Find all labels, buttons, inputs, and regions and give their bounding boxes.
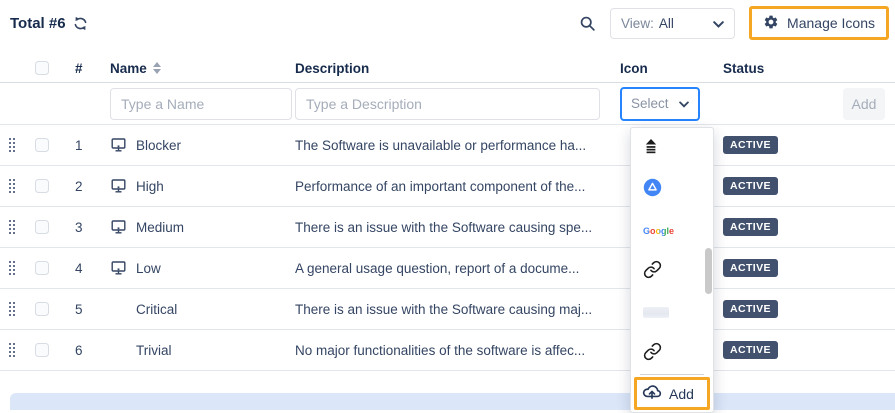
icon-select-value: Select — [631, 96, 669, 111]
link-icon — [643, 342, 662, 366]
table-row: 6 Trivial No major functionalities of th… — [0, 330, 895, 371]
icon-option-link[interactable] — [631, 333, 713, 374]
row-number: 2 — [62, 179, 110, 194]
table-row: 3 Medium There is an issue with the Soft… — [0, 207, 895, 248]
status-badge: ACTIVE — [723, 341, 778, 359]
view-filter-label: View: — [621, 16, 654, 31]
drag-handle-icon[interactable] — [9, 220, 11, 222]
column-header-icon: Icon — [620, 61, 723, 76]
add-row-button[interactable]: Add — [843, 88, 885, 120]
refresh-icon[interactable] — [73, 16, 88, 31]
status-badge: ACTIVE — [723, 259, 778, 277]
row-number: 3 — [62, 220, 110, 235]
total-count: Total #6 — [10, 15, 88, 32]
monitor-icon — [110, 219, 136, 235]
status-badge: ACTIVE — [723, 136, 778, 154]
drag-handle-icon[interactable] — [9, 179, 11, 181]
column-header-status: Status — [723, 61, 895, 76]
column-header-description: Description — [295, 61, 620, 76]
search-icon[interactable] — [579, 15, 596, 32]
dropdown-divider — [640, 374, 704, 375]
row-number: 1 — [62, 138, 110, 153]
table-filter-row: Select Add — [0, 83, 895, 125]
drag-handle-icon[interactable] — [9, 261, 11, 263]
table-row: 1 Blocker The Software is unavailable or… — [0, 125, 895, 166]
monitor-icon — [110, 137, 136, 153]
monitor-icon — [110, 178, 136, 194]
row-number: 6 — [62, 343, 110, 358]
chevron-down-icon — [679, 96, 689, 111]
dropdown-add-label: Add — [669, 386, 694, 402]
view-filter-select[interactable]: View: All — [610, 8, 735, 39]
row-description: No major functionalities of the software… — [295, 343, 620, 358]
row-checkbox[interactable] — [35, 343, 49, 357]
view-filter-value: All — [659, 16, 674, 31]
row-checkbox[interactable] — [35, 220, 49, 234]
row-number: 4 — [62, 261, 110, 276]
drag-handle-icon[interactable] — [9, 343, 11, 345]
row-name: Critical — [136, 302, 177, 317]
total-count-label: Total #6 — [10, 15, 66, 32]
table-row: 5 Critical There is an issue with the So… — [0, 289, 895, 330]
row-name: Blocker — [136, 138, 181, 153]
dropdown-add-option[interactable]: Add — [634, 377, 710, 410]
row-name: High — [136, 179, 164, 194]
table-row: 4 Low A general usage question, report o… — [0, 248, 895, 289]
icon-select-dropdown: Google Add — [630, 127, 714, 413]
icon-option-upload-arrow[interactable] — [631, 128, 713, 169]
row-checkbox[interactable] — [35, 138, 49, 152]
upload-arrow-icon — [643, 138, 659, 160]
column-header-num: # — [62, 61, 110, 76]
row-checkbox[interactable] — [35, 261, 49, 275]
sort-icon[interactable] — [153, 62, 161, 74]
status-badge: ACTIVE — [723, 177, 778, 195]
row-name: Trivial — [136, 343, 172, 358]
icon-option-google-logo[interactable]: Google — [631, 210, 713, 251]
icon-option-faded-image[interactable] — [631, 292, 713, 333]
monitor-icon — [110, 260, 136, 276]
drag-handle-icon[interactable] — [9, 302, 11, 304]
row-checkbox[interactable] — [35, 302, 49, 316]
manage-icons-button[interactable]: Manage Icons — [749, 6, 889, 40]
description-filter-input[interactable] — [295, 88, 600, 120]
row-number: 5 — [62, 302, 110, 317]
dropdown-scrollbar[interactable] — [705, 248, 712, 294]
select-all-checkbox[interactable] — [35, 61, 49, 75]
table-row: 2 High Performance of an important compo… — [0, 166, 895, 207]
faded-image — [643, 307, 669, 318]
column-header-name[interactable]: Name — [110, 61, 147, 76]
row-description: Performance of an important component of… — [295, 179, 620, 194]
gear-icon — [763, 14, 779, 33]
row-name: Medium — [136, 220, 184, 235]
name-filter-input[interactable] — [110, 88, 292, 120]
icon-manager-page: Total #6 View: All — [0, 0, 895, 410]
toolbar: Total #6 View: All — [0, 0, 895, 42]
google-logo: Google — [643, 226, 674, 236]
table-header-row: # Name Description Icon Status — [0, 54, 895, 83]
pagination-bar — [10, 393, 895, 410]
chevron-down-icon — [713, 16, 724, 31]
manage-icons-label: Manage Icons — [787, 15, 875, 31]
icon-option-drive-circle[interactable] — [631, 169, 713, 210]
toolbar-right: View: All Manage Icons — [579, 6, 889, 40]
drive-circle-icon — [643, 178, 662, 202]
row-description: The Software is unavailable or performan… — [295, 138, 620, 153]
row-name: Low — [136, 261, 161, 276]
row-description: There is an issue with the Software caus… — [295, 220, 620, 235]
row-checkbox[interactable] — [35, 179, 49, 193]
icon-option-link[interactable] — [631, 251, 713, 292]
icon-select[interactable]: Select — [620, 87, 700, 121]
link-icon — [643, 260, 662, 284]
row-description: There is an issue with the Software caus… — [295, 302, 620, 317]
status-badge: ACTIVE — [723, 218, 778, 236]
status-badge: ACTIVE — [723, 300, 778, 318]
drag-handle-icon[interactable] — [9, 138, 11, 140]
cloud-upload-icon — [641, 381, 663, 406]
row-description: A general usage question, report of a do… — [295, 261, 620, 276]
